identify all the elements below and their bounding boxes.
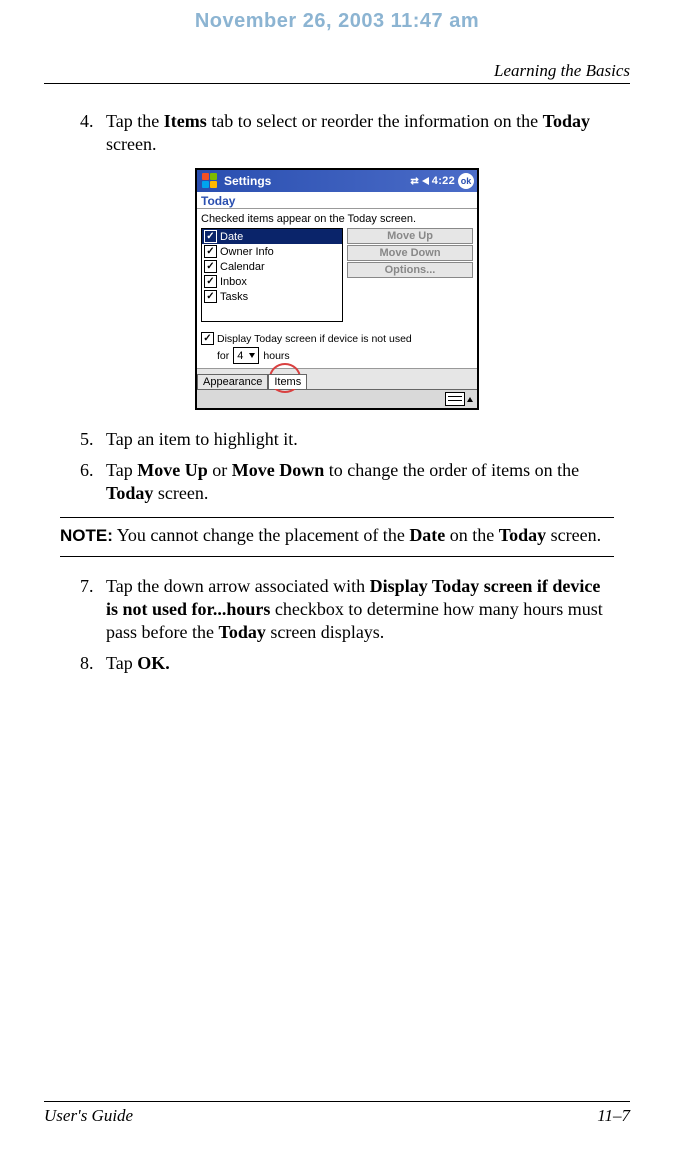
header-rule [44,83,630,84]
page-timestamp: November 26, 2003 11:47 am [0,0,674,33]
text: screen displays. [266,622,384,642]
footer-right: 11–7 [597,1106,630,1126]
list-item-label: Owner Info [220,246,274,258]
text: on the [445,525,499,545]
text-bold: Today [499,525,546,545]
move-up-button[interactable]: Move Up [347,228,473,244]
connectivity-icon: ⇄ [410,176,418,187]
items-listbox[interactable]: ✓Date ✓Owner Info ✓Calendar ✓Inbox ✓Task… [201,228,343,322]
list-item[interactable]: ✓Calendar [202,259,342,274]
list-item[interactable]: ✓Date [202,229,342,244]
move-down-button[interactable]: Move Down [347,245,473,261]
text: or [208,460,232,480]
text: screen. [153,483,208,503]
checkbox-icon[interactable]: ✓ [204,275,217,288]
hours-row: for 4 hours [201,347,473,364]
list-item-label: Date [220,231,243,243]
text: tab to select or reorder the information… [207,111,543,131]
instruction-text: Checked items appear on the Today screen… [201,213,473,225]
note-label: NOTE: [60,526,113,545]
hours-label: hours [263,350,289,362]
content-area: Tap the Items tab to select or reorder t… [60,110,614,675]
list-item[interactable]: ✓Tasks [202,289,342,304]
text: Tap the [106,111,164,131]
list-item-label: Inbox [220,276,247,288]
checkbox-icon[interactable]: ✓ [201,332,214,345]
note-block: NOTE: You cannot change the placement of… [60,517,614,556]
chevron-up-icon[interactable] [467,397,473,402]
checkbox-icon[interactable]: ✓ [204,245,217,258]
step-list-part3: Tap the down arrow associated with Displ… [60,575,614,675]
page-footer: User's Guide 11–7 [44,1101,630,1126]
device-screenshot: Settings ⇄ 4:22 ok Today Checked items a… [195,168,479,410]
titlebar-text: Settings [224,174,410,188]
list-item-label: Tasks [220,291,248,303]
step-6: Tap Move Up or Move Down to change the o… [106,459,614,505]
text-bold: Today [106,483,153,503]
text-bold: Today [543,111,590,131]
text-bold: Move Up [137,460,208,480]
options-button[interactable]: Options... [347,262,473,278]
text: to change the order of items on the [324,460,579,480]
chevron-down-icon [249,353,255,358]
ok-button[interactable]: ok [458,173,474,189]
text: Tap the down arrow associated with [106,576,370,596]
settings-subtitle: Today [197,192,477,209]
device-titlebar: Settings ⇄ 4:22 ok [197,170,477,192]
for-label: for [217,350,229,362]
checkbox-icon[interactable]: ✓ [204,290,217,303]
footer-left: User's Guide [44,1106,133,1126]
text: screen. [106,134,156,154]
text: You cannot change the placement of the [113,525,409,545]
status-icons: ⇄ 4:22 ok [410,173,477,189]
checkbox-icon[interactable]: ✓ [204,230,217,243]
list-item[interactable]: ✓Owner Info [202,244,342,259]
side-buttons: Move Up Move Down Options... [347,228,473,322]
step-list-part2: Tap an item to highlight it. Tap Move Up… [60,428,614,505]
text-bold: OK. [137,653,170,673]
list-item-label: Calendar [220,261,265,273]
device-body: Checked items appear on the Today screen… [197,209,477,368]
keyboard-icon[interactable] [445,392,465,406]
display-today-checkbox-row: ✓ Display Today screen if device is not … [201,332,473,345]
speaker-icon [422,177,429,185]
checkbox-icon[interactable]: ✓ [204,260,217,273]
start-icon [200,171,220,191]
step-7: Tap the down arrow associated with Displ… [106,575,614,644]
clock-text: 4:22 [432,175,455,187]
display-today-label: Display Today screen if device is not us… [217,333,412,345]
section-title: Learning the Basics [0,61,674,83]
text-bold: Move Down [232,460,325,480]
hours-value: 4 [237,350,243,362]
list-item[interactable]: ✓Inbox [202,274,342,289]
hours-dropdown[interactable]: 4 [233,347,259,364]
text-bold: Date [409,525,445,545]
text: Tap [106,653,137,673]
text-bold: Today [218,622,265,642]
text: screen. [546,525,601,545]
bottom-bar [197,389,477,408]
tab-bar: Appearance Items [197,368,477,389]
step-8: Tap OK. [106,652,614,675]
step-list-part1: Tap the Items tab to select or reorder t… [60,110,614,156]
step-5: Tap an item to highlight it. [106,428,614,451]
tab-appearance[interactable]: Appearance [197,374,268,389]
step-4: Tap the Items tab to select or reorder t… [106,110,614,156]
text-bold: Items [164,111,207,131]
tab-items[interactable]: Items [268,374,307,389]
text: Tap [106,460,137,480]
